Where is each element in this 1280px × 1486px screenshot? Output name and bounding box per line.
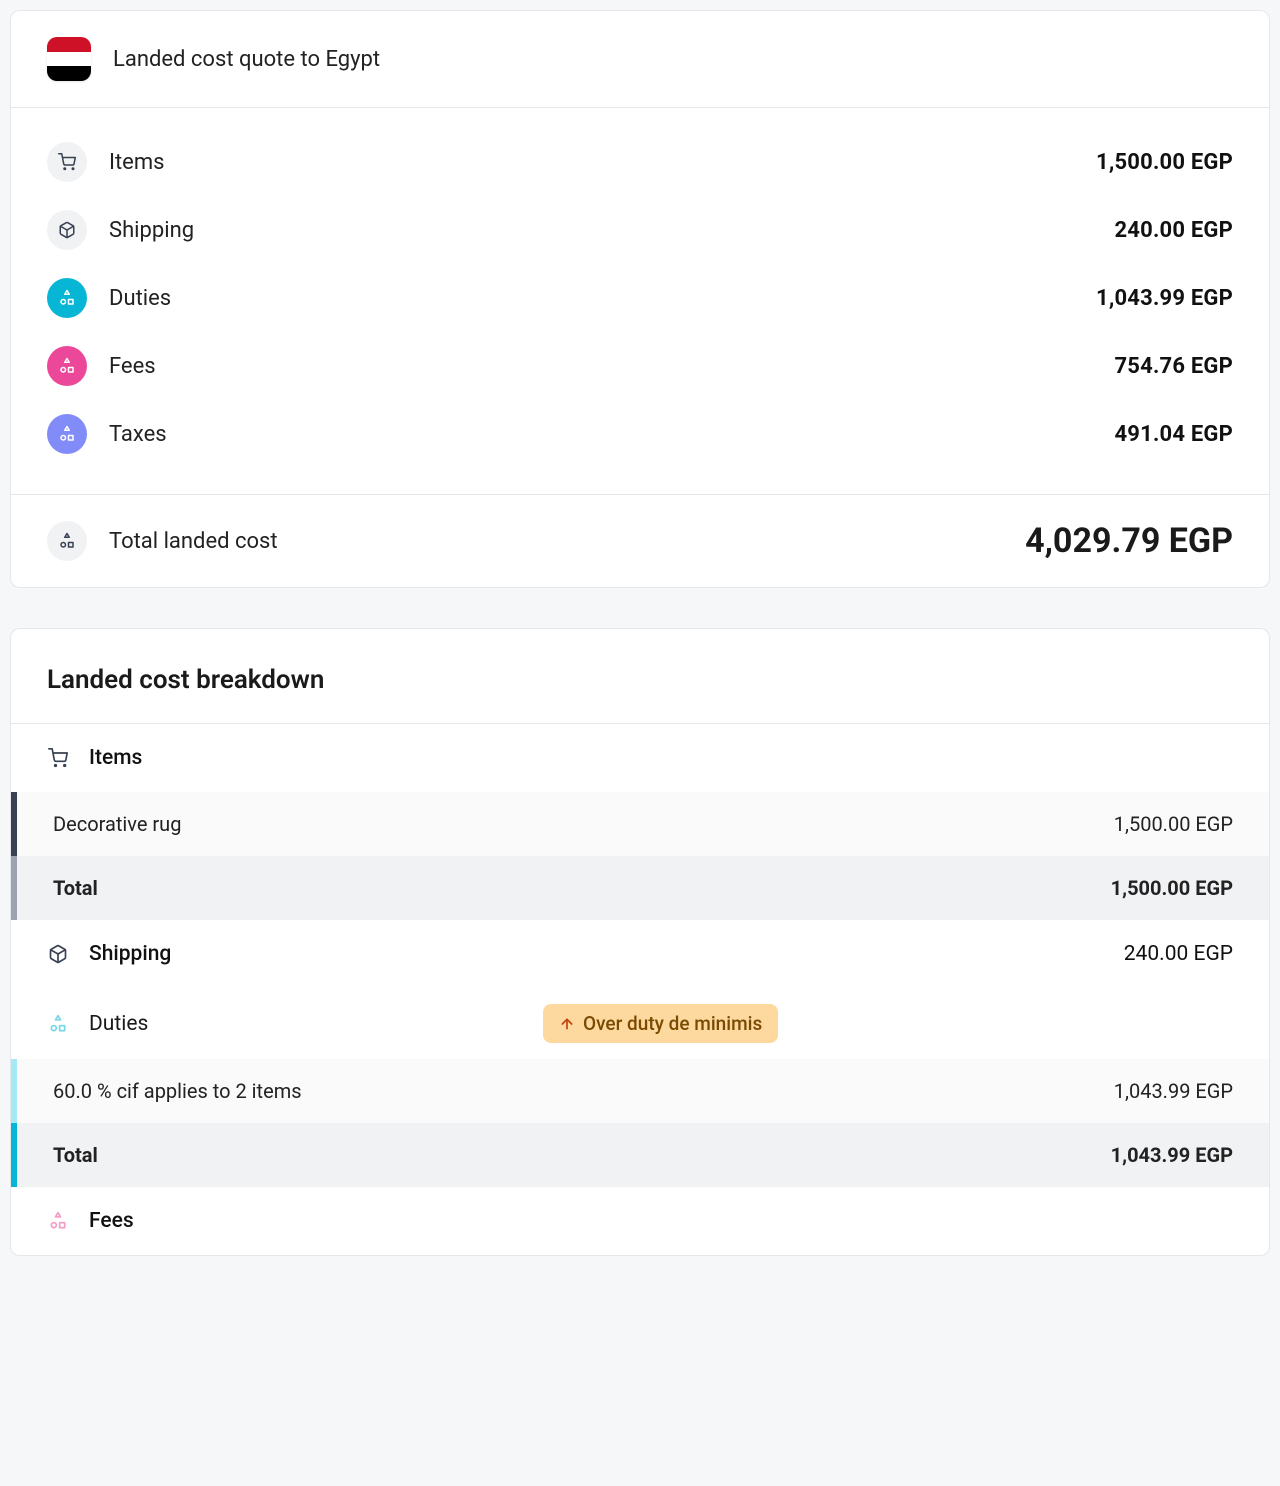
- breakdown-items-heading: Items: [11, 724, 1269, 792]
- cart-icon: [47, 142, 87, 182]
- summary-label: Fees: [109, 354, 156, 379]
- summary-value: 240.00 EGP: [1114, 218, 1233, 243]
- duty-value: 1,043.99 EGP: [1114, 1079, 1233, 1103]
- summary-row-items: Items 1,500.00 EGP: [47, 128, 1233, 196]
- summary-row-taxes: Taxes 491.04 EGP: [47, 400, 1233, 468]
- breakdown-duty-row: 60.0 % cif applies to 2 items 1,043.99 E…: [11, 1059, 1269, 1123]
- summary-list: Items 1,500.00 EGP Shipping 240.00 EGP D…: [11, 108, 1269, 494]
- summary-value: 1,043.99 EGP: [1096, 286, 1233, 311]
- breakdown-duties-heading: Duties Over duty de minimis: [11, 988, 1269, 1059]
- duty-name: 60.0 % cif applies to 2 items: [53, 1079, 302, 1103]
- box-icon: [47, 943, 69, 965]
- item-name: Decorative rug: [53, 812, 181, 836]
- quote-header: Landed cost quote to Egypt: [11, 11, 1269, 108]
- summary-value: 754.76 EGP: [1114, 354, 1233, 379]
- item-value: 1,500.00 EGP: [1114, 812, 1233, 836]
- shapes-icon: [47, 1013, 69, 1035]
- arrow-up-icon: [559, 1016, 575, 1032]
- shapes-icon: [47, 346, 87, 386]
- total-value: 1,043.99 EGP: [1111, 1143, 1233, 1167]
- shapes-icon: [47, 414, 87, 454]
- total-value: 1,500.00 EGP: [1111, 876, 1233, 900]
- breakdown-duties-total: Total 1,043.99 EGP: [11, 1123, 1269, 1187]
- summary-label: Taxes: [109, 422, 167, 447]
- quote-card: Landed cost quote to Egypt Items 1,500.0…: [10, 10, 1270, 588]
- summary-value: 491.04 EGP: [1114, 422, 1233, 447]
- summary-label: Shipping: [109, 218, 194, 243]
- de-minimis-badge: Over duty de minimis: [543, 1004, 778, 1043]
- breakdown-item-row: Decorative rug 1,500.00 EGP: [11, 792, 1269, 856]
- total-value: 4,029.79 EGP: [1025, 521, 1233, 561]
- badge-text: Over duty de minimis: [583, 1012, 762, 1035]
- shapes-icon: [47, 1210, 69, 1232]
- total-label: Total landed cost: [109, 529, 278, 554]
- egypt-flag-icon: [47, 37, 91, 81]
- section-heading-label: Items: [89, 746, 142, 770]
- shipping-value: 240.00 EGP: [1124, 942, 1233, 966]
- cart-icon: [47, 747, 69, 769]
- summary-row-shipping: Shipping 240.00 EGP: [47, 196, 1233, 264]
- total-label: Total: [53, 876, 98, 900]
- shapes-icon: [47, 278, 87, 318]
- section-heading-label: Shipping: [89, 942, 171, 966]
- breakdown-title: Landed cost breakdown: [11, 629, 1269, 724]
- breakdown-items-total: Total 1,500.00 EGP: [11, 856, 1269, 920]
- breakdown-shipping-row: Shipping 240.00 EGP: [11, 920, 1269, 988]
- breakdown-fees-heading: Fees: [11, 1187, 1269, 1255]
- section-heading-label: Fees: [89, 1209, 134, 1233]
- summary-label: Items: [109, 150, 165, 175]
- total-row: Total landed cost 4,029.79 EGP: [11, 494, 1269, 587]
- box-icon: [47, 210, 87, 250]
- summary-value: 1,500.00 EGP: [1096, 150, 1233, 175]
- summary-row-duties: Duties 1,043.99 EGP: [47, 264, 1233, 332]
- summary-row-fees: Fees 754.76 EGP: [47, 332, 1233, 400]
- summary-label: Duties: [109, 286, 171, 311]
- total-label: Total: [53, 1143, 98, 1167]
- shapes-icon: [47, 521, 87, 561]
- quote-title: Landed cost quote to Egypt: [113, 47, 380, 72]
- breakdown-card: Landed cost breakdown Items Decorative r…: [10, 628, 1270, 1256]
